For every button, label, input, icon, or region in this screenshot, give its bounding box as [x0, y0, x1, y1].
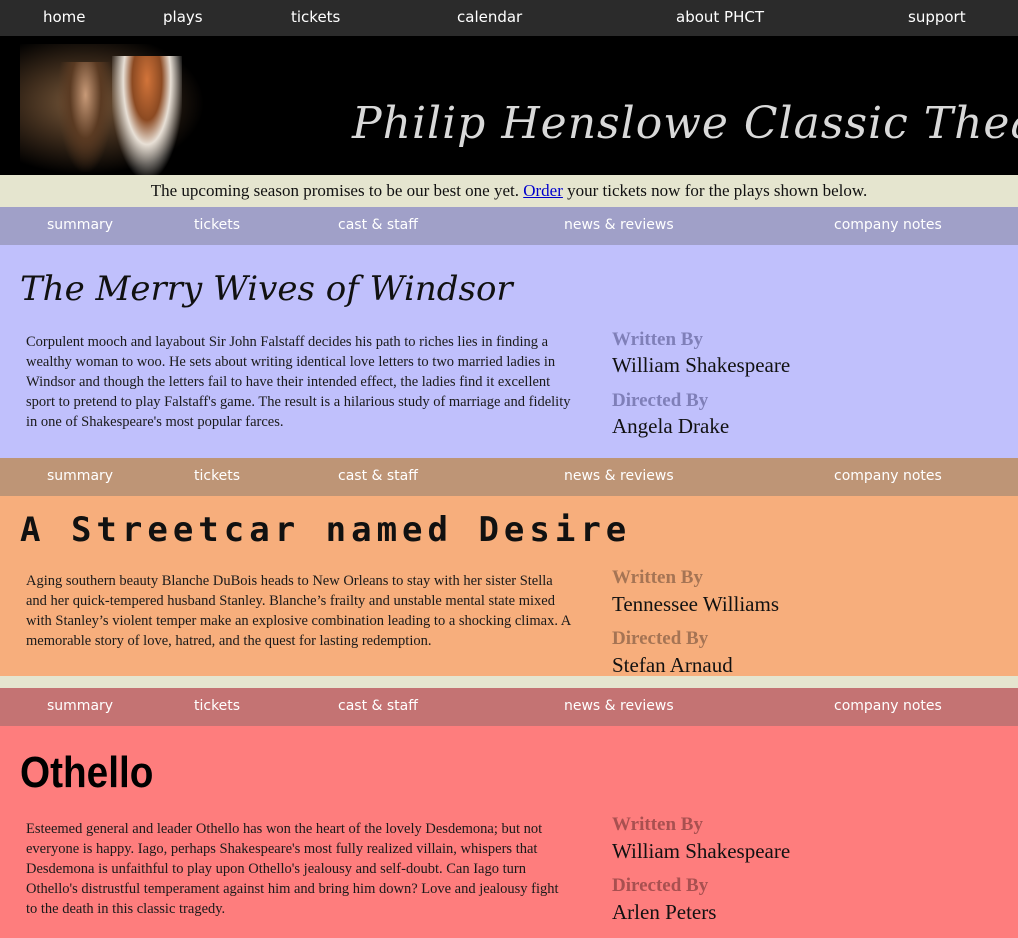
- director-name: Arlen Peters: [612, 900, 717, 924]
- actors-photo: [20, 44, 205, 175]
- subnav-summary[interactable]: summary: [47, 698, 113, 714]
- writer-name: William Shakespeare: [612, 353, 791, 377]
- written-by-label: Written By: [612, 814, 703, 835]
- subnav-summary[interactable]: summary: [47, 468, 113, 484]
- directed-by-label: Directed By: [612, 390, 709, 411]
- subnav-company-notes[interactable]: company notes: [834, 217, 942, 233]
- subnav-company-notes[interactable]: company notes: [834, 698, 942, 714]
- nav-tickets-link[interactable]: tickets: [291, 8, 340, 26]
- subnav-tickets[interactable]: tickets: [194, 698, 240, 714]
- play-subnav: summary tickets cast & staff news & revi…: [0, 688, 1018, 726]
- play-subnav: summary tickets cast & staff news & revi…: [0, 458, 1018, 496]
- nav-home-link[interactable]: home: [43, 8, 86, 26]
- subnav-tickets[interactable]: tickets: [194, 217, 240, 233]
- subnav-summary[interactable]: summary: [47, 217, 113, 233]
- play-description: Esteemed general and leader Othello has …: [26, 821, 559, 917]
- play-title: The Merry Wives of Windsor: [20, 269, 513, 309]
- written-by-label: Written By: [612, 329, 703, 350]
- nav-calendar-link[interactable]: calendar: [457, 8, 522, 26]
- subnav-cast-staff[interactable]: cast & staff: [338, 698, 418, 714]
- site-banner: Philip Henslowe Classic Theatre: [0, 36, 1018, 175]
- play-section: A Streetcar named Desire Aging southern …: [0, 496, 1018, 677]
- nav-support-link[interactable]: support: [908, 8, 966, 26]
- subnav-news-reviews[interactable]: news & reviews: [564, 217, 674, 233]
- order-link[interactable]: Order: [523, 181, 563, 200]
- top-nav: home plays tickets calendar about PHCT s…: [0, 0, 1018, 36]
- subnav-cast-staff[interactable]: cast & staff: [338, 468, 418, 484]
- director-name: Stefan Arnaud: [612, 653, 733, 677]
- director-name: Angela Drake: [612, 414, 730, 438]
- subnav-news-reviews[interactable]: news & reviews: [564, 698, 674, 714]
- play-description: Aging southern beauty Blanche DuBois hea…: [26, 573, 571, 649]
- nav-about-link[interactable]: about PHCT: [676, 8, 764, 26]
- directed-by-label: Directed By: [612, 628, 709, 649]
- play-subnav: summary tickets cast & staff news & revi…: [0, 207, 1018, 245]
- subnav-news-reviews[interactable]: news & reviews: [564, 468, 674, 484]
- subnav-cast-staff[interactable]: cast & staff: [338, 217, 418, 233]
- play-section: Othello Esteemed general and leader Othe…: [0, 726, 1018, 938]
- nav-plays-link[interactable]: plays: [163, 8, 203, 26]
- season-tagline: The upcoming season promises to be our b…: [0, 175, 1018, 207]
- play-title: Othello: [20, 748, 154, 797]
- play-section: The Merry Wives of Windsor Corpulent moo…: [0, 245, 1018, 458]
- theatre-title: Philip Henslowe Classic Theatre: [352, 98, 1018, 149]
- writer-name: William Shakespeare: [612, 839, 791, 863]
- play-description: Corpulent mooch and layabout Sir John Fa…: [26, 334, 571, 430]
- directed-by-label: Directed By: [612, 875, 709, 896]
- subnav-tickets[interactable]: tickets: [194, 468, 240, 484]
- subnav-company-notes[interactable]: company notes: [834, 468, 942, 484]
- written-by-label: Written By: [612, 567, 703, 588]
- play-title: A Streetcar named Desire: [20, 510, 632, 550]
- writer-name: Tennessee Williams: [612, 592, 780, 616]
